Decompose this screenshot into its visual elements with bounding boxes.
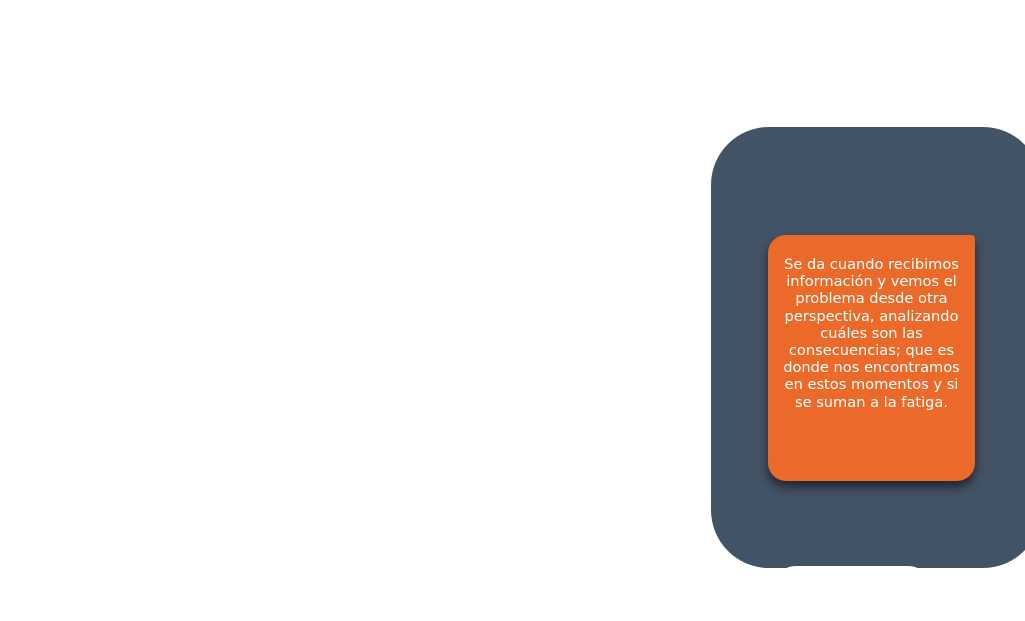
slide-canvas: Se da cuando recibimos información y vem… [0,0,1025,621]
panel-bottom-tab [772,566,932,590]
note-card-text: Se da cuando recibimos información y vem… [783,256,960,411]
orange-note-card: Se da cuando recibimos información y vem… [768,235,975,481]
